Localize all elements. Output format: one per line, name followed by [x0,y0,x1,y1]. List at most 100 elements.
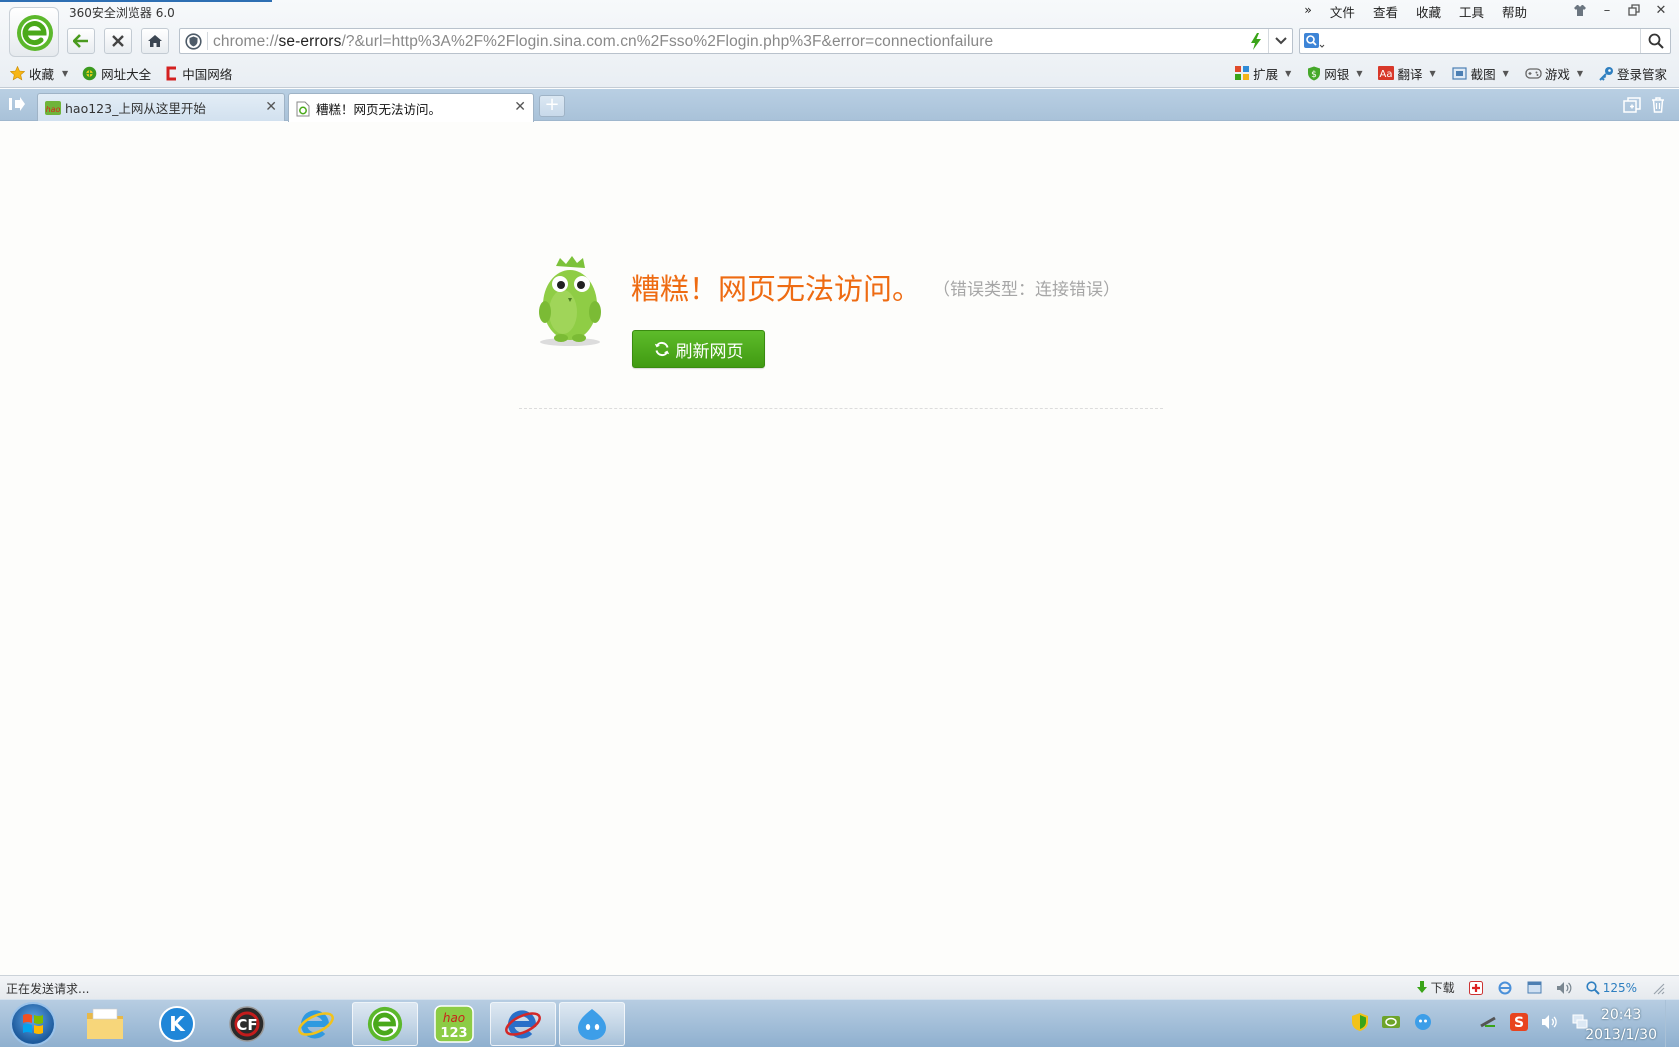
folder-icon [87,1008,123,1039]
network-drive-icon[interactable] [1479,1014,1497,1030]
hao123-icon: hao123 [434,1005,474,1043]
window-controls: – ✕ [1568,1,1673,19]
360-browser-icon [367,1006,403,1042]
globe-icon [82,66,97,80]
sogou-input-icon[interactable]: S [1509,1012,1529,1032]
bookmark-favorites[interactable]: 收藏 ▼ [10,64,68,82]
url-host: se-errors [278,33,342,50]
taskbar-app-360-browser[interactable] [352,1002,418,1046]
taskbar-app-hao123[interactable]: hao 123 [421,1002,487,1046]
health-cross-icon[interactable] [1468,980,1483,995]
c-logo-icon [166,66,177,80]
speaker-icon[interactable] [1541,1013,1559,1031]
minimize-button[interactable]: – [1595,1,1619,19]
magnifier-icon [1648,33,1664,49]
toolbar-extensions[interactable]: 扩展 ▼ [1235,64,1291,82]
search-engine-icon [1304,33,1325,48]
toolbar-games[interactable]: 游戏 ▼ [1525,64,1583,82]
extensions-icon [1235,65,1250,80]
crossfire-game-icon: CF [229,1006,265,1042]
nvidia-icon[interactable] [1381,1014,1401,1030]
taskbar-app-internet-explorer[interactable] [283,1002,349,1046]
page-content: 糟糕！网页无法访问。 （错误类型：连接错误） 刷新网页 [0,122,1679,975]
svg-text:hao: hao [443,1011,465,1025]
security-shield-icon[interactable] [185,33,202,50]
ie-compat-icon[interactable] [1497,981,1513,995]
trash-icon[interactable] [1651,97,1665,113]
back-arrow-icon [73,34,88,48]
status-tools: 下载 125% [1416,979,1665,996]
show-desktop-button[interactable] [1665,1000,1679,1047]
caret-down-icon: ▼ [1576,68,1583,78]
restore-closed-tab-icon[interactable] [1623,97,1641,113]
taskbar-clock[interactable]: 20:43 2013/1/30 [1585,1005,1657,1045]
refresh-page-button[interactable]: 刷新网页 [632,330,765,368]
url-text[interactable]: chrome://se-errors/?&url=http%3A%2F%2Flo… [213,33,993,51]
taskbar-app-qq[interactable] [559,1002,625,1046]
toolbar-screenshot[interactable]: 截图 ▼ [1452,64,1509,82]
caret-down-icon: ▼ [62,68,69,78]
bookmark-china-net[interactable]: 中国网络 [165,64,232,82]
bookmark-url-directory[interactable]: 网址大全 [82,64,151,82]
home-icon [148,35,162,47]
close-tab-icon[interactable]: ✕ [514,99,526,115]
taskbar-app-crossfire[interactable]: CF [214,1002,280,1046]
close-window-button[interactable]: ✕ [1649,1,1673,19]
taskbar-app-ie-window[interactable] [490,1002,556,1046]
home-button[interactable] [141,28,169,54]
download-label: 下载 [1430,981,1455,995]
360-security-shield-icon[interactable] [1351,1012,1369,1032]
skin-button[interactable] [1568,1,1592,19]
stop-button[interactable] [104,28,132,54]
menu-help[interactable]: 帮助 [1500,2,1529,20]
svg-text:hao: hao [46,105,61,114]
window-mode-icon[interactable] [1527,981,1542,995]
tab-title: hao123_上网从这里开始 [65,101,206,116]
zoom-control[interactable]: 125% [1586,981,1637,995]
browser-logo[interactable] [9,7,59,57]
status-text: 正在发送请求... [6,982,90,996]
bookmark-label: 中国网络 [182,66,233,82]
refresh-icon [654,341,669,357]
tab-title: 糟糕！网页无法访问。 [316,101,442,117]
resize-grip-icon[interactable] [1651,981,1665,995]
search-box[interactable] [1299,28,1671,54]
error-title: 糟糕！网页无法访问。 [631,272,922,306]
back-button[interactable] [67,28,95,54]
menu-overflow[interactable]: » [1302,2,1314,20]
stop-x-icon [112,35,124,47]
taskbar-app-kugou[interactable]: K [144,1002,210,1046]
close-tab-icon[interactable]: ✕ [265,99,277,115]
menu-tools[interactable]: 工具 [1457,2,1486,20]
taskbar-app-explorer[interactable] [72,1002,138,1046]
page-favicon-icon [296,101,310,117]
bookmark-label: 网址大全 [101,66,152,82]
url-scheme: chrome:// [213,33,279,50]
address-dropdown-button[interactable] [1268,29,1292,53]
search-engine-selector[interactable] [1303,32,1325,50]
toolbar-translate[interactable]: Aa 翻译 ▼ [1378,64,1436,82]
menu-favorites[interactable]: 收藏 [1414,2,1443,20]
search-button[interactable] [1640,29,1670,53]
menu-file[interactable]: 文件 [1328,2,1357,20]
speed-mode-lightning-icon[interactable] [1250,33,1262,50]
start-button[interactable] [10,1002,56,1046]
tab-hao123[interactable]: hao hao123_上网从这里开始 ✕ [37,93,285,121]
menu-view[interactable]: 查看 [1371,2,1400,20]
toolbar-label: 截图 [1470,66,1496,82]
toolbar-online-banking[interactable]: $ 网银 ▼ [1307,64,1362,82]
toolbar-login-manager[interactable]: 登录管家 [1599,64,1667,82]
qq-tray-icon[interactable] [1413,1013,1433,1031]
new-tab-button[interactable]: + [539,95,565,117]
ie-logo-icon [298,1010,334,1039]
qq-bubble-icon [578,1009,606,1040]
download-button[interactable]: 下载 [1416,979,1455,996]
volume-icon[interactable] [1556,981,1572,995]
caret-down-icon: ▼ [1356,68,1363,78]
sidebar-toggle-icon[interactable] [8,96,26,112]
tab-error-page[interactable]: 糟糕！网页无法访问。 ✕ [288,93,534,122]
star-icon [10,65,25,80]
caret-down-icon: ▼ [1429,68,1436,78]
restore-button[interactable] [1622,1,1646,19]
address-bar[interactable]: chrome://se-errors/?&url=http%3A%2F%2Flo… [179,28,1293,54]
